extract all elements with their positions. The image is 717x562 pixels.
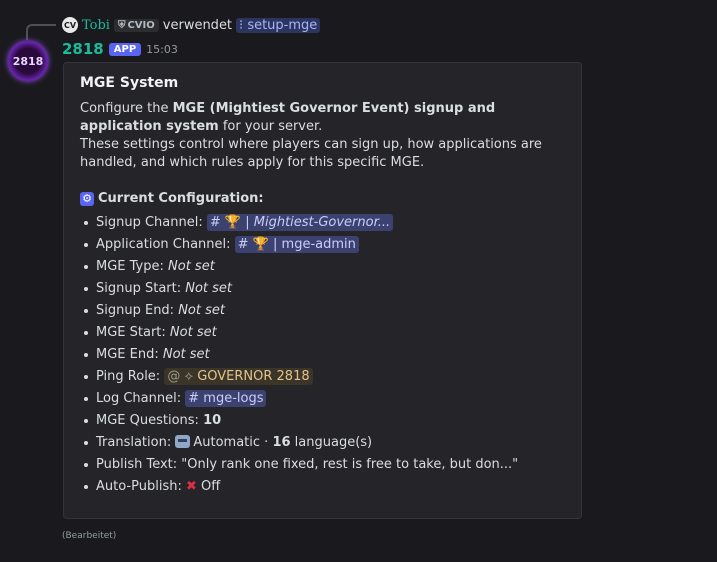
guild-tag-label: CVIO <box>127 19 155 31</box>
app-badge: APP <box>108 42 142 56</box>
embed-title: MGE System <box>80 75 179 91</box>
message-header: 2818 APP 15:03 <box>62 40 178 58</box>
config-item-signup-channel: Signup Channel: # 🏆 | Mightiest-Governor… <box>80 212 565 234</box>
config-item-publish-text: Publish Text: "Only rank one fixed, rest… <box>80 454 565 476</box>
guild-tag[interactable]: ⛨ CVIO <box>113 18 159 32</box>
gear-icon: ⚙ <box>80 192 94 206</box>
description-line-2: These settings control where players can… <box>80 137 542 170</box>
edited-label: (Bearbeitet) <box>62 531 117 541</box>
robot-icon <box>175 435 191 448</box>
embed-card: MGE System Configure the MGE (Mightiest … <box>63 62 582 519</box>
config-item-signup-start: Signup Start: Not set <box>80 278 565 300</box>
bot-avatar[interactable]: 2818 <box>8 41 48 81</box>
trophy-icon: 🏆 <box>224 215 242 230</box>
description-line-1: Configure the MGE (Mightiest Governor Ev… <box>80 100 565 136</box>
role-mention[interactable]: @ ⟡ GOVERNOR 2818 <box>164 368 313 385</box>
trophy-icon: 🏆 <box>252 237 269 252</box>
reply-username[interactable]: Tobi <box>82 18 110 33</box>
desc-prefix: Configure the <box>80 101 173 116</box>
reply-avatar[interactable]: CV <box>62 17 78 33</box>
config-item-mge-questions: MGE Questions: 10 <box>80 410 565 432</box>
command-mention[interactable]: ⁝ setup-mge <box>236 17 321 33</box>
config-item-mge-start: MGE Start: Not set <box>80 322 565 344</box>
embed-description: Configure the MGE (Mightiest Governor Ev… <box>80 100 565 498</box>
config-heading: ⚙ Current Configuration: <box>80 190 565 208</box>
reply-reference[interactable]: CV Tobi ⛨ CVIO verwendet ⁝ setup-mge <box>62 15 321 35</box>
application-channel-mention[interactable]: # 🏆 | mge-admin <box>234 236 359 253</box>
message-timestamp[interactable]: 15:03 <box>146 43 178 56</box>
config-item-mge-end: MGE End: Not set <box>80 344 565 366</box>
signup-channel-mention[interactable]: # 🏆 | Mightiest-Governor... <box>206 214 394 231</box>
config-item-signup-end: Signup End: Not set <box>80 300 565 322</box>
config-item-application-channel: Application Channel: # 🏆 | mge-admin <box>80 234 565 256</box>
command-name: setup-mge <box>247 17 318 33</box>
config-item-auto-publish: Auto-Publish: ✖ Off <box>80 476 565 498</box>
config-item-ping-role: Ping Role: @ ⟡ GOVERNOR 2818 <box>80 366 565 388</box>
desc-suffix: for your server. <box>218 119 323 134</box>
config-list: Signup Channel: # 🏆 | Mightiest-Governor… <box>80 212 565 498</box>
config-item-translation: Translation: Automatic · 16 language(s) <box>80 432 565 454</box>
log-channel-mention[interactable]: # mge-logs <box>185 390 267 407</box>
config-item-log-channel: Log Channel: # mge-logs <box>80 388 565 410</box>
config-item-mge-type: MGE Type: Not set <box>80 256 565 278</box>
reply-connector <box>26 24 56 40</box>
reply-action-text: verwendet <box>162 17 233 33</box>
config-heading-text: Current Configuration: <box>98 191 264 206</box>
bot-username[interactable]: 2818 <box>62 40 104 58</box>
cross-mark-icon: ✖ <box>185 479 197 494</box>
shield-icon: ⛨ <box>117 19 126 31</box>
